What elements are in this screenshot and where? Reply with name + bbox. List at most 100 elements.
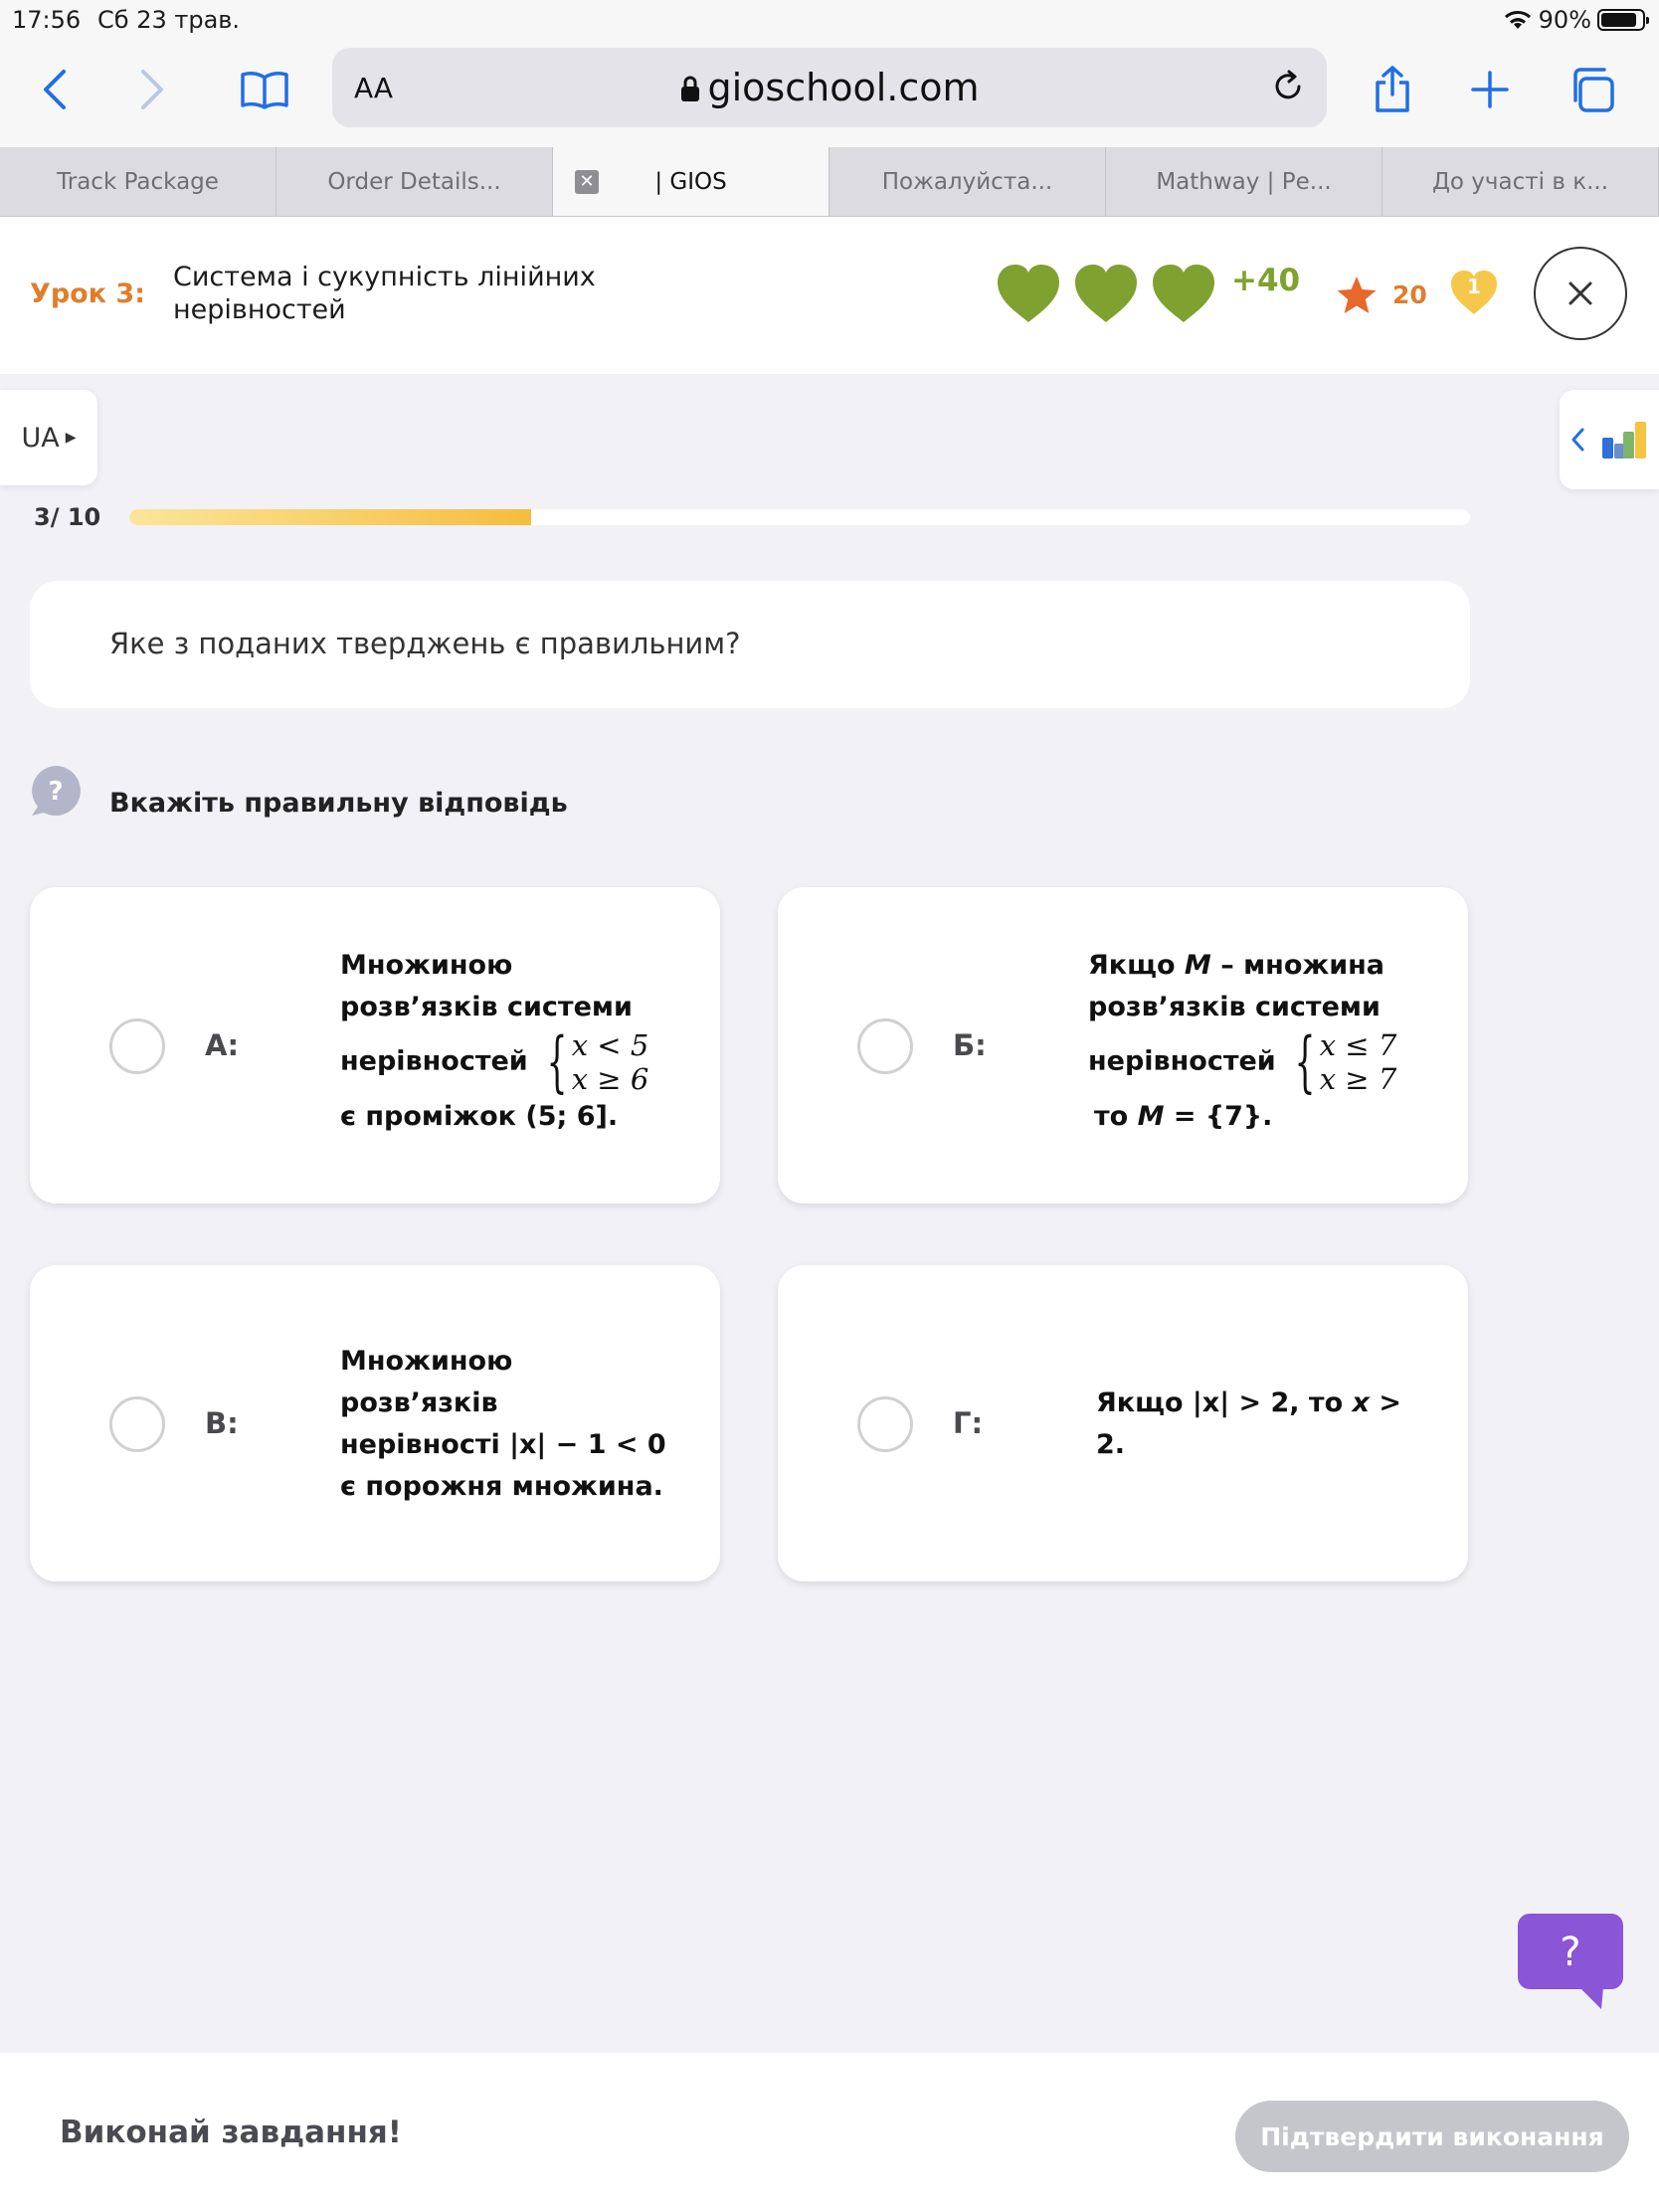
inequality-line: x ≤ 7 [1319,1028,1397,1062]
reload-icon[interactable] [1269,68,1307,105]
lock-icon [680,76,699,101]
option-b-line: Якщо M – множина [1088,945,1416,987]
variable-x: x [1352,1387,1370,1418]
back-button[interactable] [24,60,84,119]
tab-label: Mathway | Ре... [1156,168,1332,195]
bookmarks-button[interactable] [235,60,294,119]
share-icon [1376,66,1409,112]
option-g-letter: Г: [953,1406,984,1440]
option-v-card[interactable]: В: Множиною розв’язків нерівності |x| − … [30,1265,720,1581]
browser-toolbar: AA gioschool.com [0,40,1659,147]
option-b-letter: Б: [953,1028,987,1062]
tab-mathway[interactable]: Mathway | Ре... [1106,147,1382,216]
option-b-text: Якщо M – множина розв’язків системи нері… [1088,945,1416,1138]
progress-fill [129,509,532,525]
option-g-radio[interactable] [857,1396,913,1452]
lesson-title: Система і сукупність лінійних нерівносте… [173,262,596,325]
option-b-word: то [1094,1101,1129,1132]
progress-bar [129,509,1470,525]
question-card: Яке з поданих тверджень є правильним? [30,581,1470,708]
footer-bar: Виконай завдання! Підтвердити виконання [0,2053,1659,2212]
stats-panel-toggle[interactable] [1560,390,1659,489]
hint-text: Вкажіть правильну відповідь [109,788,568,819]
option-g-word: Якщо |x| > 2, то [1096,1387,1353,1418]
option-b-radio[interactable] [857,1018,913,1074]
book-icon [241,72,288,109]
option-b-line: то M = {7}. [1088,1096,1416,1138]
option-a-line: Множиною [340,950,513,981]
option-b-word: Якщо [1088,950,1176,981]
option-b-line-system: нерівностей{x ≤ 7x ≥ 7 [1088,1028,1416,1096]
chevron-left-icon [44,70,66,109]
option-v-radio[interactable] [109,1396,165,1452]
url-display[interactable]: gioschool.com [332,66,1327,109]
option-a-line: є проміжок (5; 6]. [340,1101,619,1132]
help-button[interactable]: ? [1518,1914,1623,2009]
help-chat-icon: ? [1518,1914,1623,2009]
status-date: Сб 23 трав. [97,6,241,34]
option-g-line: Якщо |x| > 2, то x > [1096,1382,1424,1424]
gold-heart-count: 1 [1467,275,1481,298]
tab-label: Track Package [57,168,219,195]
url-host: gioschool.com [707,66,980,109]
option-v-line: Множиною [340,1346,513,1377]
option-a-radio[interactable] [109,1018,165,1074]
option-v-letter: В: [205,1406,239,1440]
lesson-number: Урок 3: [30,278,146,309]
language-switcher[interactable]: UA ▶ [0,390,97,485]
plus-icon [1471,71,1509,108]
tab-label: Пожалуйста... [881,168,1053,195]
option-v-line: нерівності |x| − 1 < 0 [340,1429,666,1460]
tab-label: Order Details... [327,168,501,195]
set-m: M [1184,950,1211,981]
tab-order-details[interactable]: Order Details... [276,147,553,216]
option-g-line: 2. [1096,1429,1126,1460]
lives-hearts [995,263,1217,324]
option-g-card[interactable]: Г: Якщо |x| > 2, то x > 2. [778,1265,1468,1581]
tab-label: | GIOS [654,168,727,195]
tab-gios[interactable]: ✕ | GIOS [553,147,830,216]
option-v-line: є порожня множина. [340,1471,663,1502]
option-v-line: розв’язків [340,1387,498,1418]
option-a-card[interactable]: А: Множиною розв’язків системи нерівност… [30,887,720,1203]
new-tab-button[interactable] [1460,60,1520,119]
inequality-line: x ≥ 7 [1319,1062,1397,1096]
bonus-points: +40 [1231,263,1301,298]
status-bar: 17:56 Сб 23 трав. 90% [0,0,1659,40]
svg-text:?: ? [48,777,63,807]
tab-pozhaluysta[interactable]: Пожалуйста... [830,147,1106,216]
option-a-line: нерівностей [340,1045,528,1077]
share-button[interactable] [1363,60,1422,119]
progress-label: 3/ 10 [34,503,101,531]
chevron-right-icon [141,70,163,109]
close-lesson-button[interactable] [1534,247,1627,340]
caret-right-icon: ▶ [65,430,77,446]
forward-button[interactable] [123,60,183,119]
option-b-word: – множина [1210,950,1385,981]
question-mark-icon: ? [32,766,81,816]
option-a-line: розв’язків системи [340,992,633,1022]
tab-do-uchasti[interactable]: До участі в к... [1382,147,1659,216]
language-label: UA [21,422,60,454]
close-tab-icon[interactable]: ✕ [575,170,599,194]
tabs-overview-button[interactable] [1562,60,1621,119]
inequality-line: x < 5 [571,1028,649,1062]
inequality-system: {x < 5x ≥ 6 [546,1023,649,1100]
option-b-word: = {7}. [1164,1101,1273,1132]
tab-label: До участі в к... [1431,168,1609,195]
svg-text:?: ? [1560,1930,1580,1975]
bar-chart-icon [1602,422,1646,459]
tabs-icon [1573,68,1614,112]
confirm-button[interactable]: Підтвердити виконання [1235,2101,1629,2172]
heart-icon [1153,265,1214,322]
inequality-line: x ≥ 6 [571,1062,649,1096]
tab-track-package[interactable]: Track Package [0,147,276,216]
close-icon [1568,281,1592,305]
wifi-icon [1504,10,1531,30]
status-time: 17:56 [12,6,82,34]
heart-icon [998,265,1059,322]
star-count: 20 [1392,280,1427,309]
option-g-word: > [1369,1387,1401,1418]
address-bar[interactable]: AA gioschool.com [332,48,1327,127]
option-b-card[interactable]: Б: Якщо M – множина розв’язків системи н… [778,887,1468,1203]
